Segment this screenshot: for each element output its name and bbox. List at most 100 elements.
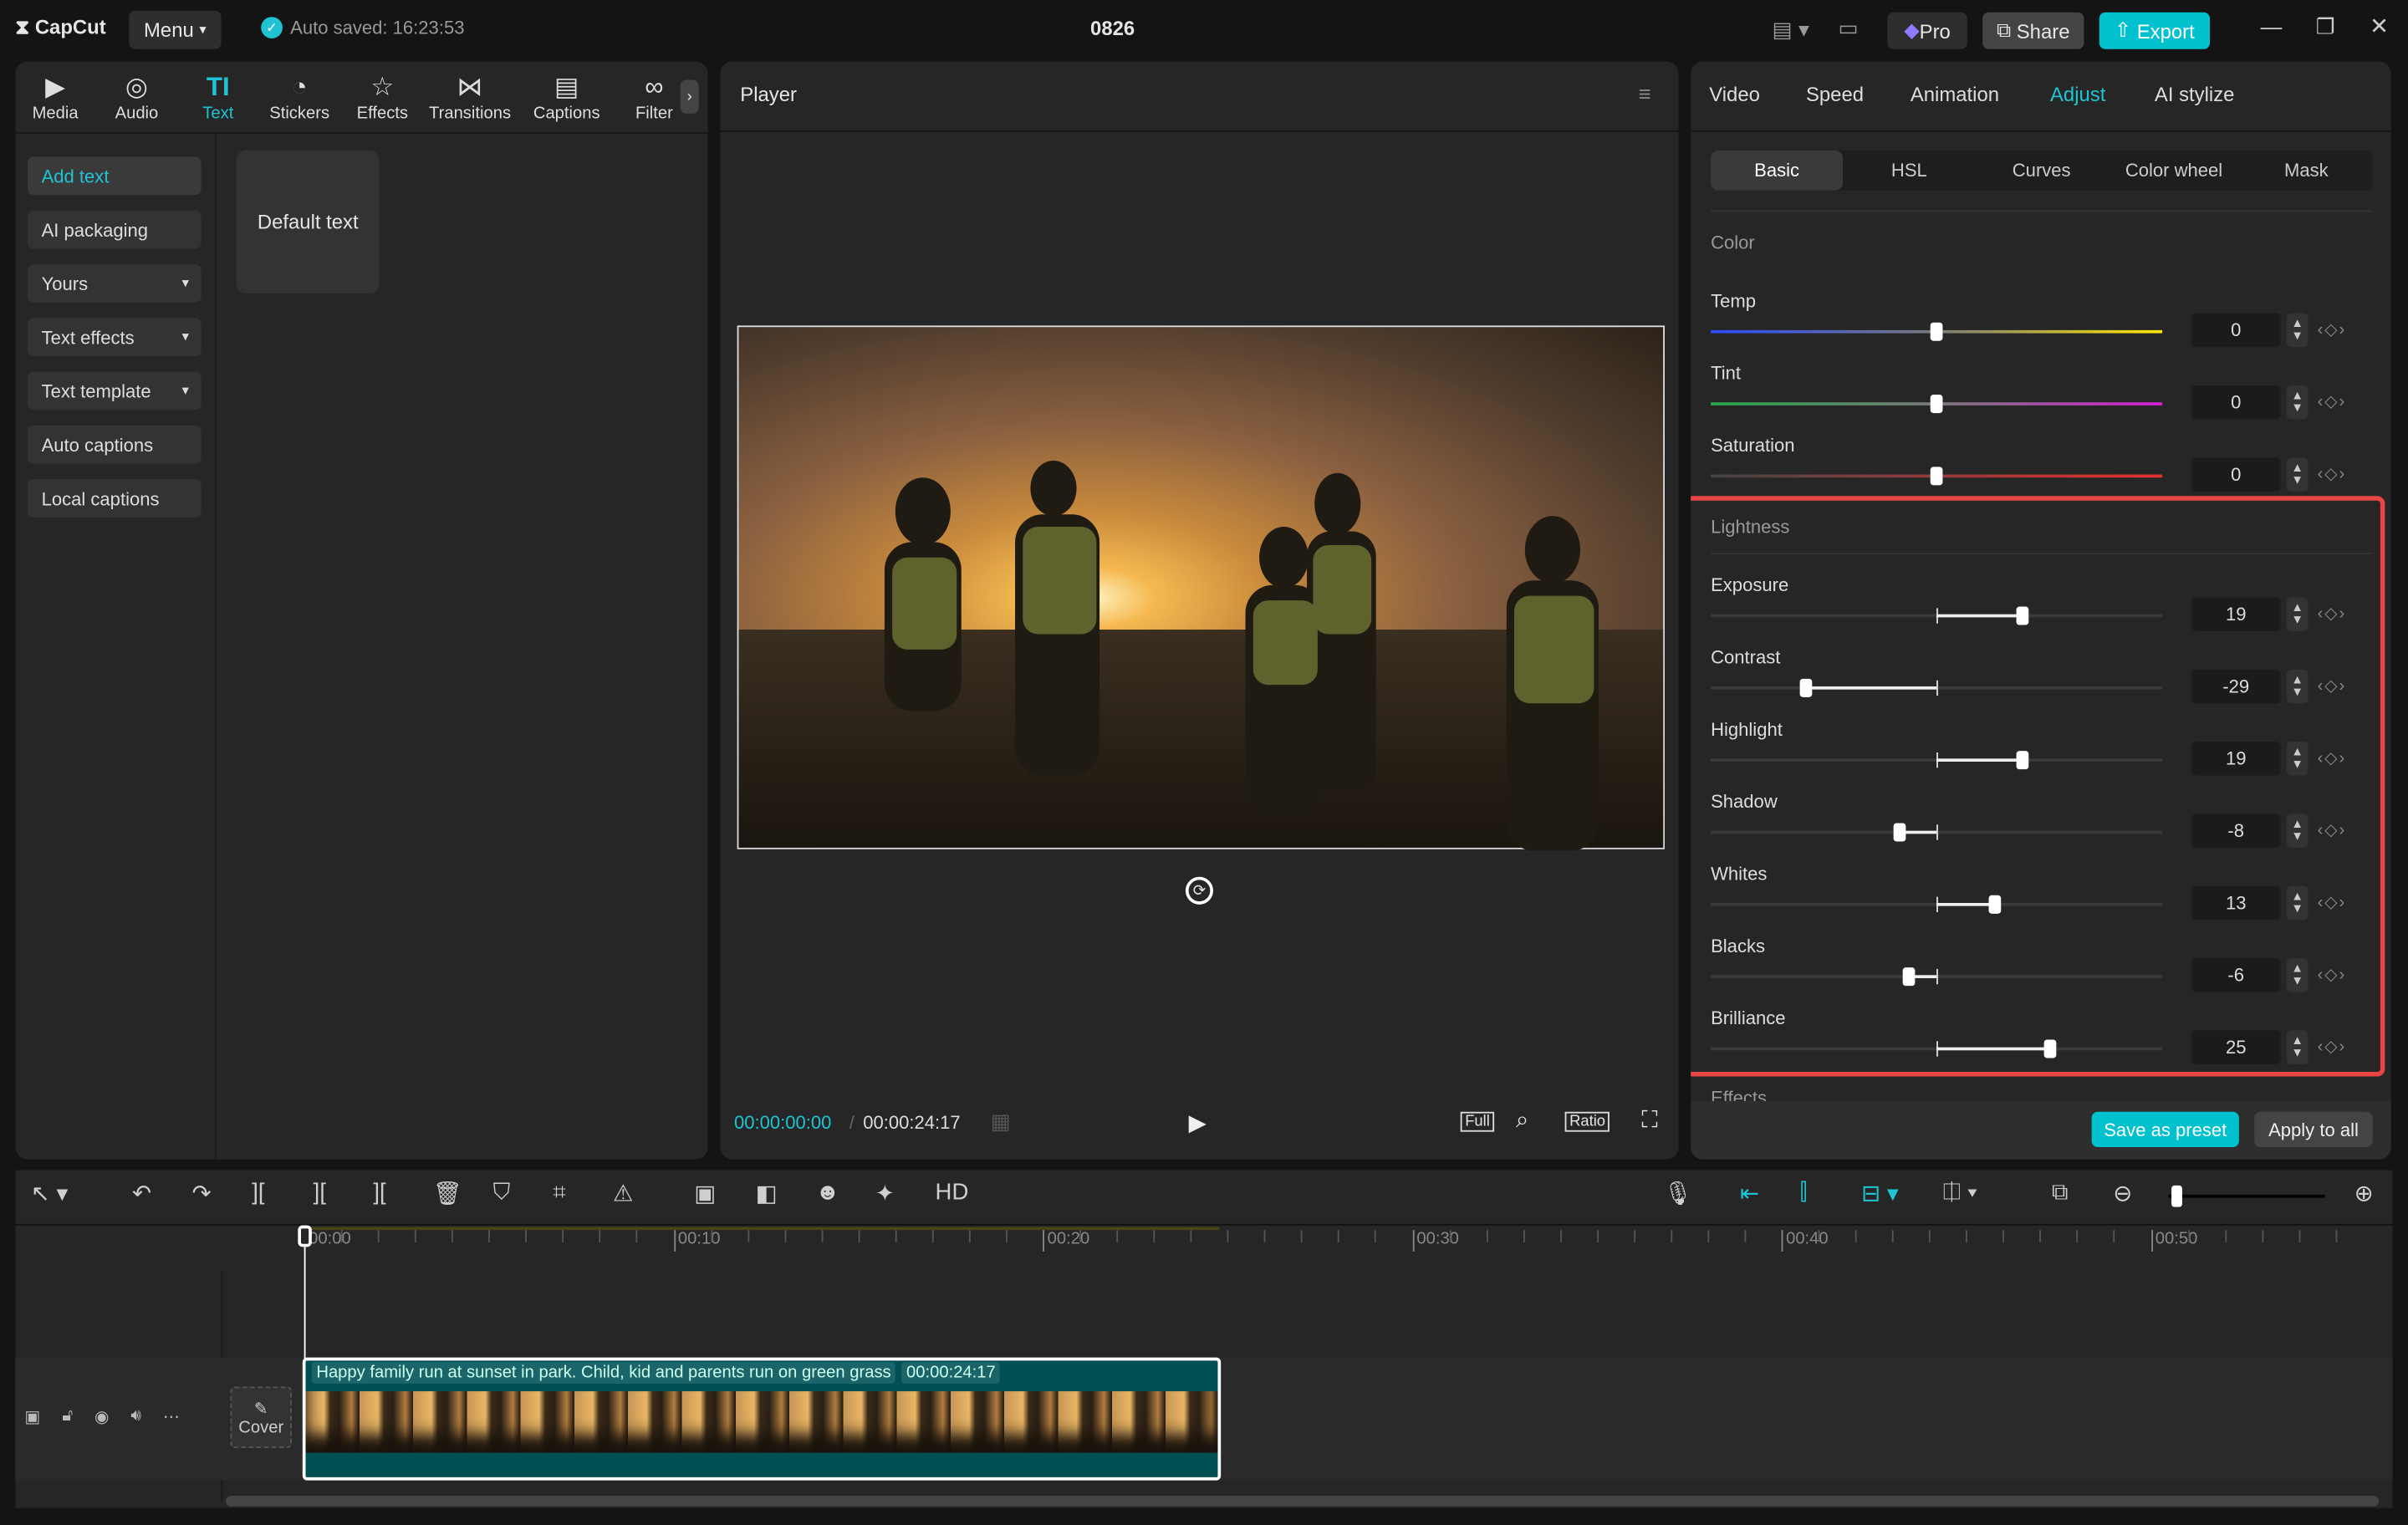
split-left-icon[interactable]: ][ <box>314 1180 326 1206</box>
stepper-icon[interactable]: ▲▼ <box>2287 457 2309 491</box>
shadow-value-input[interactable]: -8 <box>2191 814 2281 847</box>
zoom-slider-thumb[interactable] <box>2171 1186 2182 1207</box>
zoom-fit-icon[interactable]: ⌕ <box>1516 1107 1528 1133</box>
redo-icon[interactable]: ↷ <box>192 1180 212 1207</box>
stepper-icon[interactable]: ▲▼ <box>2287 814 2309 847</box>
stepper-icon[interactable]: ▲▼ <box>2287 385 2309 419</box>
minimize-icon[interactable]: — <box>2261 14 2283 38</box>
keyframe-icon[interactable]: ‹◇› <box>2318 676 2347 696</box>
remove-bg-icon[interactable]: ☻ <box>815 1180 839 1206</box>
slider-thumb[interactable] <box>1931 395 1943 413</box>
hd-icon[interactable]: HD <box>936 1180 969 1206</box>
temp-value-input[interactable]: 0 <box>2191 314 2281 347</box>
restore-icon[interactable]: ❐ <box>2316 14 2335 40</box>
save-as-preset-button[interactable]: Save as preset <box>2092 1112 2239 1147</box>
marker-icon[interactable]: ⛉ <box>493 1180 511 1206</box>
stepper-icon[interactable]: ▲▼ <box>2287 958 2309 992</box>
stepper-icon[interactable]: ▲▼ <box>2287 742 2309 775</box>
keyframe-icon[interactable]: ‹◇› <box>2318 604 2347 624</box>
pointer-icon[interactable]: ↖ ▾ <box>31 1180 69 1207</box>
tool-effects[interactable]: ☆Effects <box>343 70 423 122</box>
ratio-button[interactable]: Ratio <box>1565 1112 1610 1132</box>
subtab-curves[interactable]: Curves <box>1976 150 2108 191</box>
contrast-value-input[interactable]: -29 <box>2191 670 2281 703</box>
keyframe-icon[interactable]: ‹◇› <box>2318 391 2347 411</box>
tool-transitions[interactable]: ⋈Transitions <box>430 70 510 122</box>
playhead[interactable] <box>304 1226 306 1479</box>
keyframe-icon[interactable]: ‹◇› <box>2318 464 2347 484</box>
tool-media[interactable]: ▶︎Media <box>15 70 95 122</box>
exposure-slider[interactable] <box>1711 615 2162 618</box>
volume-icon[interactable]: 🔊︎ <box>130 1406 141 1426</box>
saturation-value-input[interactable]: 0 <box>2191 457 2281 491</box>
fullscreen-icon[interactable]: ⛶ <box>1641 1107 1657 1133</box>
keyframe-icon[interactable]: ‹◇› <box>2318 820 2347 840</box>
highlight-slider[interactable] <box>1711 758 2162 762</box>
zoom-out-icon[interactable]: ⊖ <box>2113 1180 2132 1207</box>
blacks-value-input[interactable]: -6 <box>2191 958 2281 992</box>
keyframe-icon[interactable]: ‹◇› <box>2318 319 2347 339</box>
mirror-icon[interactable]: ⚠︎ <box>613 1180 634 1207</box>
keyframe-icon[interactable]: ‹◇› <box>2318 1037 2347 1057</box>
close-icon[interactable]: ✕ <box>2370 13 2389 40</box>
highlight-value-input[interactable]: 19 <box>2191 742 2281 775</box>
split-right-icon[interactable]: ][ <box>373 1180 385 1206</box>
full-quality-button[interactable]: Full <box>1461 1112 1495 1132</box>
visibility-icon[interactable]: ◉ <box>94 1406 110 1426</box>
tab-adjust[interactable]: Adjust <box>2050 83 2105 106</box>
stepper-icon[interactable]: ▲▼ <box>2287 1030 2309 1063</box>
brilliance-value-input[interactable]: 25 <box>2191 1030 2281 1063</box>
slider-thumb[interactable] <box>2016 606 2028 625</box>
export-button[interactable]: ⇧ Export <box>2099 13 2210 49</box>
video-clip[interactable]: Happy family run at sunset in park. Chil… <box>303 1358 1221 1481</box>
keyframe-icon[interactable]: ‹◇› <box>2318 892 2347 912</box>
temp-slider[interactable] <box>1711 330 2162 334</box>
slider-thumb[interactable] <box>1903 967 1916 986</box>
fit-timeline-icon[interactable]: ⧉ <box>2052 1180 2069 1206</box>
whites-value-input[interactable]: 13 <box>2191 886 2281 920</box>
sidebar-item-local-captions[interactable]: Local captions <box>28 479 202 518</box>
menu-button[interactable]: Menu ▾ <box>129 11 221 49</box>
tool-captions[interactable]: ▤Captions <box>527 70 607 122</box>
slider-thumb[interactable] <box>2043 1039 2056 1058</box>
keyframe-icon[interactable]: ‹◇› <box>2318 747 2347 768</box>
play-button[interactable]: ▶ <box>1189 1109 1207 1136</box>
whites-slider[interactable] <box>1711 903 2162 906</box>
stepper-icon[interactable]: ▲▼ <box>2287 886 2309 920</box>
keyframe-icon[interactable]: ‹◇› <box>2318 964 2347 984</box>
apply-to-all-button[interactable]: Apply to all <box>2254 1112 2372 1147</box>
magic-icon[interactable]: ✦ <box>875 1180 895 1207</box>
slider-thumb[interactable] <box>1895 823 1907 841</box>
tool-stickers[interactable]: ◔Stickers <box>259 70 339 122</box>
video-preview[interactable] <box>737 325 1665 849</box>
playhead-handle[interactable] <box>298 1226 312 1247</box>
stepper-icon[interactable]: ▲▼ <box>2287 670 2309 703</box>
tab-video[interactable]: Video <box>1709 83 1760 106</box>
rotate-icon[interactable]: ⟳ <box>1186 877 1213 905</box>
slider-thumb[interactable] <box>1931 467 1943 485</box>
slider-thumb[interactable] <box>2016 751 2028 769</box>
slider-thumb[interactable] <box>1931 323 1943 341</box>
toolbar-next-button[interactable]: › <box>681 80 699 114</box>
snap-icon[interactable]: ⫿ <box>1800 1180 1808 1206</box>
tint-value-input[interactable]: 0 <box>2191 385 2281 419</box>
saturation-slider[interactable] <box>1711 475 2162 478</box>
shadow-slider[interactable] <box>1711 831 2162 834</box>
more-icon[interactable]: ⋯ <box>163 1406 180 1426</box>
sidebar-item-ai-packaging[interactable]: AI packaging <box>28 211 202 249</box>
subtab-hsl[interactable]: HSL <box>1843 150 1975 191</box>
track-thumbnail-icon[interactable]: ▣ <box>24 1406 40 1426</box>
share-button[interactable]: ⧉ Share <box>1982 13 2084 49</box>
hamburger-icon[interactable]: ≡ <box>1638 81 1650 105</box>
link-main-track-icon[interactable]: ⇤ <box>1740 1180 1759 1207</box>
sidebar-item-auto-captions[interactable]: Auto captions <box>28 426 202 464</box>
undo-icon[interactable]: ↶ <box>132 1180 151 1207</box>
preview-axis-icon[interactable]: ⎅ ▾ <box>1942 1180 1977 1206</box>
stepper-icon[interactable]: ▲▼ <box>2287 314 2309 347</box>
crop-icon[interactable]: ⌗ <box>553 1180 566 1206</box>
sidebar-item-text-template[interactable]: Text template▾ <box>28 371 202 410</box>
sidebar-item-text-effects[interactable]: Text effects▾ <box>28 318 202 356</box>
horizontal-scrollbar[interactable] <box>226 1496 2379 1507</box>
tool-audio[interactable]: ◎Audio <box>97 70 177 122</box>
split-icon[interactable]: ][ <box>252 1180 264 1206</box>
